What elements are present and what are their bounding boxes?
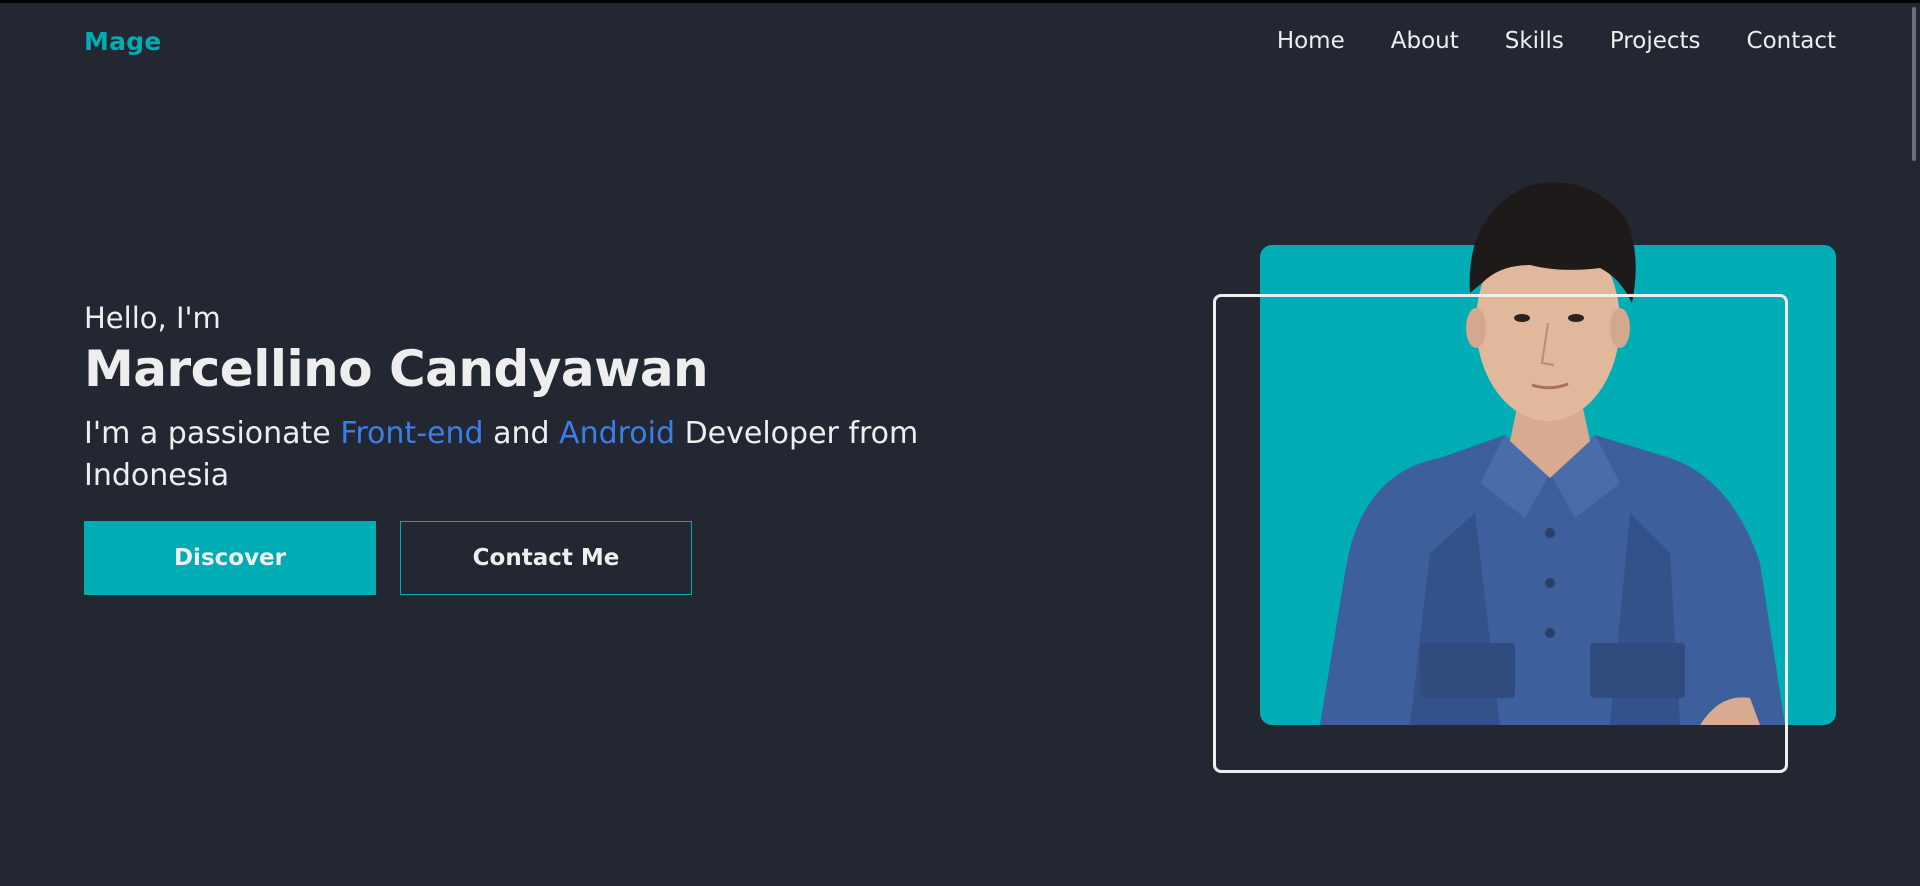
scrollbar[interactable] (1900, 3, 1920, 886)
nav-link-home[interactable]: Home (1277, 28, 1345, 54)
hero-buttons: Discover Contact Me (84, 521, 692, 595)
scrollbar-thumb[interactable] (1912, 7, 1916, 161)
discover-button[interactable]: Discover (84, 521, 376, 595)
page: Mage Home About Skills Projects Contact … (0, 0, 1920, 886)
hero-tagline: I'm a passionate Front-end and Android D… (84, 413, 944, 497)
nav-link-projects[interactable]: Projects (1610, 28, 1701, 54)
logo-link[interactable]: Mage (84, 27, 161, 56)
nav-link-skills[interactable]: Skills (1505, 28, 1564, 54)
tagline-highlight-android: Android (559, 416, 676, 451)
hero-greeting: Hello, I'm (84, 301, 221, 335)
nav-links: Home About Skills Projects Contact (1277, 28, 1836, 54)
hero-name: Marcellino Candyawan (84, 340, 709, 398)
hero-intro: Hello, I'm Marcellino Candyawan I'm a pa… (84, 299, 964, 497)
tagline-text-2: and (483, 416, 560, 451)
tagline-text-1: I'm a passionate (84, 416, 341, 451)
nav-link-contact[interactable]: Contact (1747, 28, 1836, 54)
nav-link-about[interactable]: About (1391, 28, 1459, 54)
navbar: Mage Home About Skills Projects Contact (0, 3, 1900, 83)
tagline-highlight-frontend: Front-end (340, 416, 484, 451)
contact-me-button[interactable]: Contact Me (400, 521, 692, 595)
photo-frame (1213, 294, 1788, 773)
